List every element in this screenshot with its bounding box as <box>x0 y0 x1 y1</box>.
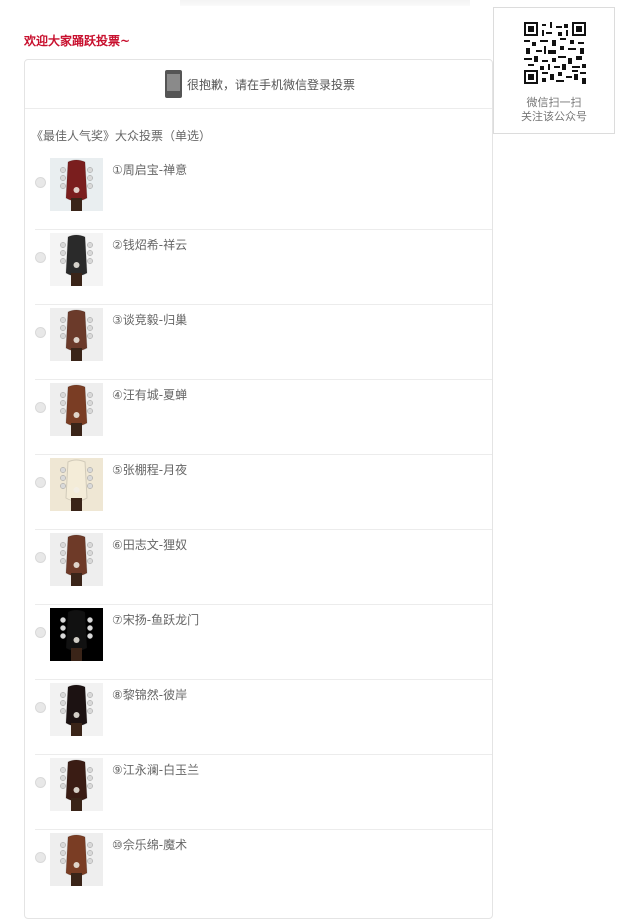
guitar-headstock-icon <box>60 609 93 661</box>
option-label: ②钱炤希-祥云 <box>112 238 188 252</box>
option-radio[interactable] <box>35 627 46 638</box>
option-radio[interactable] <box>35 402 46 413</box>
guitar-headstock-thumbnail <box>50 308 103 361</box>
qr-code-box: 微信扫一扫 关注该公众号 <box>493 7 615 134</box>
option-label: ⑩佘乐绵-魔术 <box>112 838 188 852</box>
option-label: ⑤张棚程-月夜 <box>112 463 188 477</box>
qr-caption-line-2: 关注该公众号 <box>521 110 587 123</box>
guitar-headstock-icon <box>60 459 93 511</box>
vote-option[interactable]: ⑥田志文-狸奴 <box>35 529 492 604</box>
option-radio[interactable] <box>35 252 46 263</box>
guitar-headstock-thumbnail <box>50 758 103 811</box>
option-radio[interactable] <box>35 702 46 713</box>
guitar-headstock-icon <box>60 234 93 286</box>
qr-code-icon <box>524 22 586 84</box>
guitar-headstock-icon <box>60 534 93 586</box>
guitar-headstock-thumbnail <box>50 533 103 586</box>
vote-panel: 很抱歉，请在手机微信登录投票 《最佳人气奖》大众投票（单选） ①周启宝-禅意 ②钱… <box>24 59 493 919</box>
qr-caption-line-1: 微信扫一扫 <box>526 96 582 109</box>
option-radio[interactable] <box>35 552 46 563</box>
option-label: ⑨江永澜-白玉兰 <box>112 763 200 777</box>
guitar-headstock-icon <box>60 684 93 736</box>
guitar-headstock-thumbnail <box>50 833 103 886</box>
option-label: ⑥田志文-狸奴 <box>112 538 188 552</box>
phone-icon <box>165 70 182 98</box>
vote-option[interactable]: ⑨江永澜-白玉兰 <box>35 754 492 829</box>
vote-option[interactable]: ⑦宋扬-鱼跃龙门 <box>35 604 492 679</box>
option-label: ①周启宝-禅意 <box>112 163 188 177</box>
option-radio[interactable] <box>35 477 46 488</box>
top-bar <box>180 0 470 6</box>
option-label: ③谈竞毅-归巢 <box>112 313 188 327</box>
guitar-headstock-thumbnail <box>50 158 103 211</box>
vote-option[interactable]: ②钱炤希-祥云 <box>35 229 492 304</box>
option-radio[interactable] <box>35 852 46 863</box>
vote-option[interactable]: ⑤张棚程-月夜 <box>35 454 492 529</box>
guitar-headstock-thumbnail <box>50 608 103 661</box>
option-radio[interactable] <box>35 177 46 188</box>
guitar-headstock-icon <box>60 759 93 811</box>
guitar-headstock-icon <box>60 159 93 211</box>
guitar-headstock-icon <box>60 309 93 361</box>
qr-caption: 微信扫一扫 关注该公众号 <box>494 96 614 124</box>
vote-option[interactable]: ③谈竞毅-归巢 <box>35 304 492 379</box>
welcome-heading: 欢迎大家踊跃投票~ <box>24 34 131 48</box>
vote-options-list: ①周启宝-禅意 ②钱炤希-祥云 ③谈竞毅-归巢 ④汪有城-夏蝉 ⑤张棚程-月夜 ⑥田志文-… <box>35 155 492 904</box>
vote-option[interactable]: ①周启宝-禅意 <box>35 155 492 229</box>
guitar-headstock-thumbnail <box>50 683 103 736</box>
guitar-headstock-thumbnail <box>50 458 103 511</box>
vote-title: 《最佳人气奖》大众投票（单选） <box>31 129 212 143</box>
login-message: 很抱歉，请在手机微信登录投票 <box>187 78 356 92</box>
vote-option[interactable]: ⑩佘乐绵-魔术 <box>35 829 492 904</box>
option-radio[interactable] <box>35 327 46 338</box>
option-radio[interactable] <box>35 777 46 788</box>
option-label: ⑦宋扬-鱼跃龙门 <box>112 613 200 627</box>
guitar-headstock-icon <box>60 384 93 436</box>
option-label: ⑧黎锦然-彼岸 <box>112 688 188 702</box>
login-notice: 很抱歉，请在手机微信登录投票 <box>25 60 492 109</box>
guitar-headstock-icon <box>60 834 93 886</box>
guitar-headstock-thumbnail <box>50 383 103 436</box>
option-label: ④汪有城-夏蝉 <box>112 388 188 402</box>
vote-option[interactable]: ⑧黎锦然-彼岸 <box>35 679 492 754</box>
guitar-headstock-thumbnail <box>50 233 103 286</box>
vote-option[interactable]: ④汪有城-夏蝉 <box>35 379 492 454</box>
